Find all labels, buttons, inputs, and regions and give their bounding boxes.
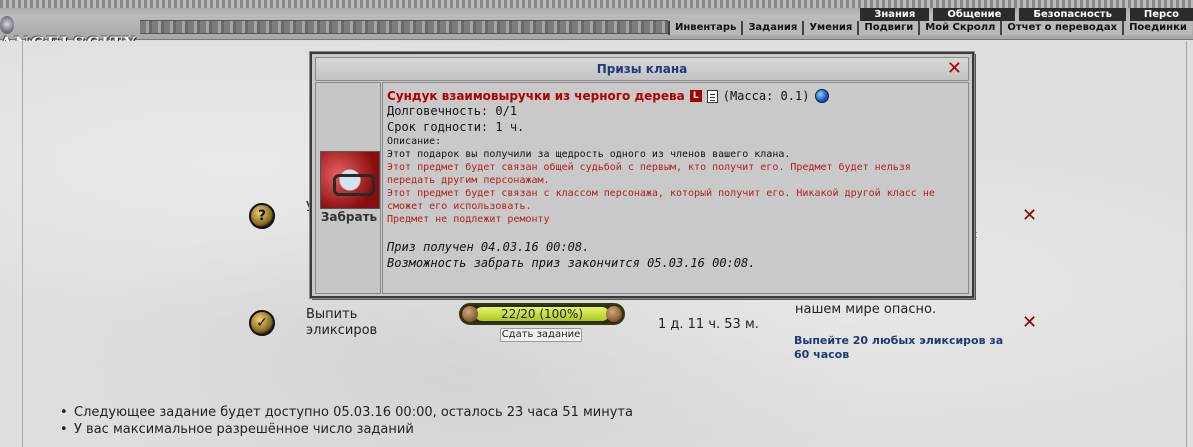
task-goal-link[interactable]: Выпейте 20 любых эликсиров за 60 часов — [794, 334, 1004, 362]
level-badge-icon: L — [689, 90, 702, 102]
task-description: нашем мире опасно. — [795, 302, 937, 317]
task-complete-icon: ✓ — [249, 310, 275, 336]
task-progress-bar: 22/20 (100%) — [459, 303, 625, 325]
right-divider — [1186, 41, 1187, 447]
subnav-skills[interactable]: Умения — [804, 21, 858, 35]
nav-security[interactable]: Безопасность — [1019, 8, 1126, 21]
chest-item-icon[interactable] — [320, 151, 380, 209]
item-durability: Долговечность: 0/1 — [387, 104, 518, 118]
description-label: Описание: — [387, 136, 442, 147]
item-title-row: Сундук взаимовыручки из черного дерева L… — [387, 89, 964, 103]
top-nav: Знания Общение Безопасность Персо — [856, 8, 1193, 21]
bind-owner-warning: Этот предмет будет связан общей судьбой … — [387, 162, 911, 186]
close-icon[interactable]: ✕ — [947, 59, 962, 79]
top-bar: ANGELSCITY Знания Общение Безопасность П… — [0, 0, 1193, 54]
nav-communication[interactable]: Общение — [933, 8, 1016, 21]
item-details: Сундук взаимовыручки из черного дерева L… — [382, 82, 969, 294]
description-text: Этот подарок вы получили за щедрость одн… — [387, 149, 791, 160]
dialog-header: Призы клана ✕ — [315, 57, 969, 81]
item-expiry: Срок годности: 1 ч. — [387, 120, 525, 134]
copy-icon[interactable] — [706, 89, 718, 103]
logo[interactable]: ANGELSCITY — [0, 14, 140, 54]
subnav-duels[interactable]: Поединки — [1124, 21, 1192, 35]
task-name: Выпить эликсиров — [306, 307, 378, 338]
time-left: 1 д. 11 ч. 53 м. — [658, 317, 759, 332]
subnav-inventory[interactable]: Инвентарь — [670, 21, 742, 35]
prize-received: Приз получен 04.03.16 00:08. — [387, 240, 590, 254]
nav-knowledge[interactable]: Знания — [860, 8, 930, 21]
clan-prizes-dialog: Призы клана ✕ Забрать Сундук взаимовыруч… — [310, 52, 974, 298]
max-tasks-note: У вас максимальное разрешённое число зад… — [60, 421, 633, 438]
submit-task-button[interactable]: Сдать задание — [500, 328, 582, 342]
item-name[interactable]: Сундук взаимовыручки из черного дерева — [387, 89, 685, 103]
chain-decoration — [0, 0, 1193, 8]
globe-icon[interactable] — [815, 89, 830, 103]
item-panel: Забрать — [315, 82, 381, 294]
no-repair-warning: Предмет не подлежит ремонту — [387, 214, 550, 225]
header-ornament — [140, 20, 668, 34]
cancel-task-icon[interactable]: ✕ — [1022, 312, 1037, 333]
bind-class-warning: Этот предмет будет связан с классом перс… — [387, 188, 935, 212]
footer-notes: Следующее задание будет доступно 05.03.1… — [60, 404, 633, 438]
prize-deadline: Возможность забрать приз закончится 05.0… — [387, 256, 756, 270]
take-button[interactable]: Забрать — [316, 210, 382, 224]
logo-emblem-icon — [0, 15, 14, 34]
subnav-transfer-report[interactable]: Отчет о переводах — [1002, 21, 1123, 35]
sub-nav: Инвентарь Задания Умения Подвиги Мой Скр… — [668, 21, 1192, 35]
dialog-title: Призы клана — [596, 62, 688, 76]
nav-character[interactable]: Персо — [1129, 8, 1193, 21]
subnav-tasks[interactable]: Задания — [743, 21, 803, 35]
cancel-task-icon[interactable]: ✕ — [1022, 205, 1037, 226]
left-divider — [22, 41, 23, 447]
progress-text: 22/20 (100%) — [500, 307, 584, 321]
item-mass: (Масса: 0.1) — [722, 89, 810, 103]
subnav-feats[interactable]: Подвиги — [859, 21, 919, 35]
next-task-note: Следующее задание будет доступно 05.03.1… — [60, 404, 633, 421]
subnav-my-scroll[interactable]: Мой Скролл — [920, 21, 1001, 35]
task-question-icon: ? — [249, 203, 275, 229]
